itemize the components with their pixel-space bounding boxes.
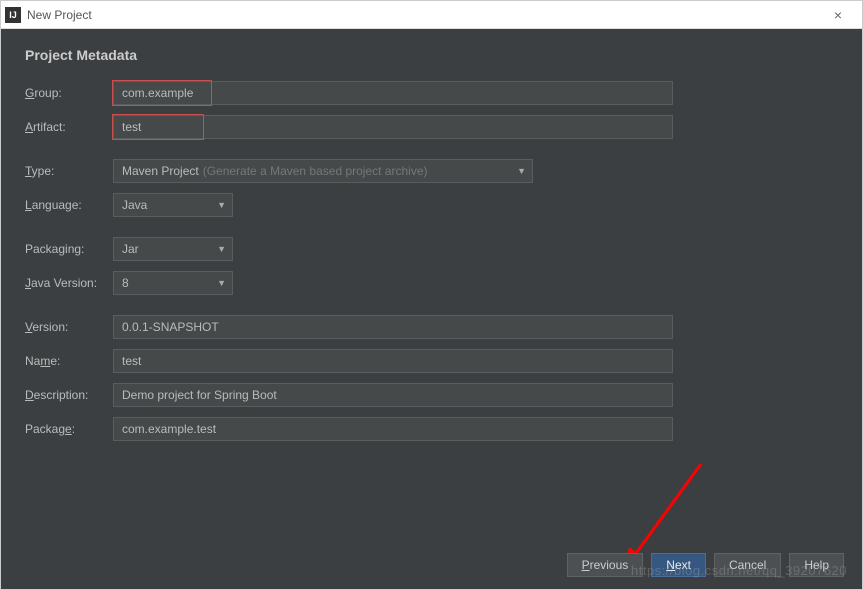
chevron-down-icon: ▼ xyxy=(217,244,226,254)
label-packaging: Packaging: xyxy=(25,242,113,256)
row-java-version: Java Version: 8 ▼ xyxy=(25,271,838,295)
row-packaging: Packaging: Jar ▼ xyxy=(25,237,838,261)
language-dropdown[interactable]: Java ▼ xyxy=(113,193,233,217)
type-hint: (Generate a Maven based project archive) xyxy=(203,164,428,178)
language-value: Java xyxy=(122,198,207,212)
description-input[interactable] xyxy=(113,383,673,407)
type-dropdown[interactable]: Maven Project (Generate a Maven based pro… xyxy=(113,159,533,183)
label-name: Name: xyxy=(25,354,113,368)
row-type: Type: Maven Project (Generate a Maven bas… xyxy=(25,159,838,183)
java-version-value: 8 xyxy=(122,276,207,290)
java-version-dropdown[interactable]: 8 ▼ xyxy=(113,271,233,295)
label-version: Version: xyxy=(25,320,113,334)
titlebar: IJ New Project × xyxy=(1,1,862,29)
label-type: Type: xyxy=(25,164,113,178)
label-artifact: Artifact: xyxy=(25,120,113,134)
group-input[interactable] xyxy=(113,81,673,105)
button-bar: Previous Next Cancel Help xyxy=(567,553,844,577)
chevron-down-icon: ▼ xyxy=(217,200,226,210)
chevron-down-icon: ▼ xyxy=(217,278,226,288)
content-area: Project Metadata Group: Artifact: Type: … xyxy=(1,29,862,589)
label-group: Group: xyxy=(25,86,113,100)
row-description: Description: xyxy=(25,383,838,407)
row-group: Group: xyxy=(25,81,838,105)
chevron-down-icon: ▼ xyxy=(517,166,526,176)
type-value: Maven Project xyxy=(122,164,199,178)
packaging-dropdown[interactable]: Jar ▼ xyxy=(113,237,233,261)
window-title: New Project xyxy=(27,8,818,22)
label-language: Language: xyxy=(25,198,113,212)
version-input[interactable] xyxy=(113,315,673,339)
artifact-input[interactable] xyxy=(113,115,673,139)
package-input[interactable] xyxy=(113,417,673,441)
row-version: Version: xyxy=(25,315,838,339)
row-artifact: Artifact: xyxy=(25,115,838,139)
packaging-value: Jar xyxy=(122,242,207,256)
label-java-version: Java Version: xyxy=(25,276,113,290)
app-icon: IJ xyxy=(5,7,21,23)
label-description: Description: xyxy=(25,388,113,402)
close-icon[interactable]: × xyxy=(818,1,858,29)
label-package: Package: xyxy=(25,422,113,436)
section-heading: Project Metadata xyxy=(25,47,838,63)
next-button[interactable]: Next xyxy=(651,553,706,577)
help-button[interactable]: Help xyxy=(789,553,844,577)
previous-button[interactable]: Previous xyxy=(567,553,644,577)
new-project-window: IJ New Project × Project Metadata Group:… xyxy=(0,0,863,590)
row-name: Name: xyxy=(25,349,838,373)
cancel-button[interactable]: Cancel xyxy=(714,553,781,577)
row-package: Package: xyxy=(25,417,838,441)
name-input[interactable] xyxy=(113,349,673,373)
row-language: Language: Java ▼ xyxy=(25,193,838,217)
